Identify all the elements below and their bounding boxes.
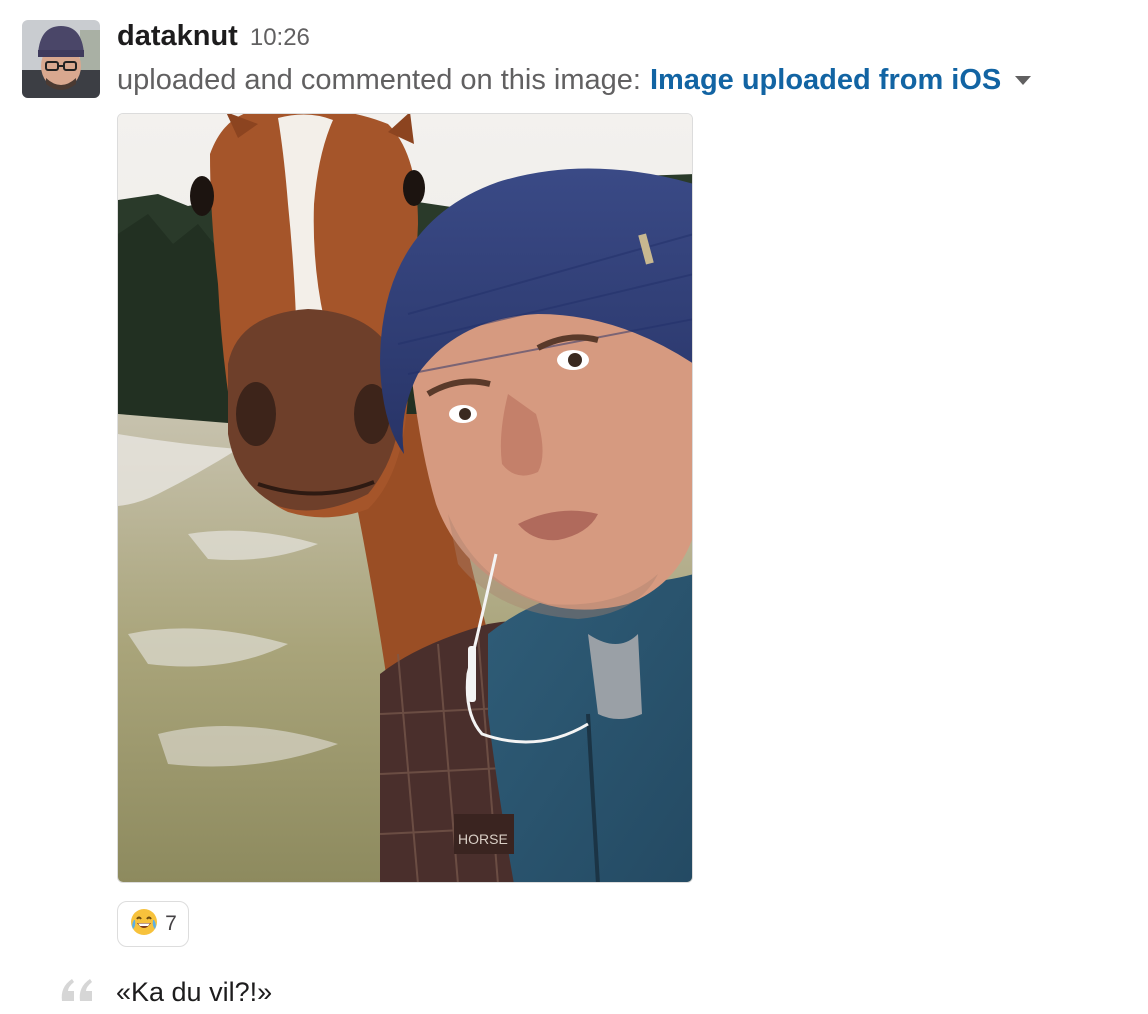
joy-emoji-icon [129,907,159,942]
chevron-down-icon[interactable] [1015,76,1032,85]
user-avatar[interactable] [22,20,100,98]
reaction-button[interactable]: 7 [117,901,189,947]
file-comment: «Ka du vil?!» [58,972,272,1012]
reaction-count: 7 [165,912,177,935]
comment-text: «Ka du vil?!» [116,976,273,1007]
file-title-link[interactable]: Image uploaded from iOS [650,64,1001,97]
timestamp[interactable]: 10:26 [250,24,310,52]
quote-icon [58,975,116,1010]
svg-text:HORSE: HORSE [458,831,508,847]
uploaded-image[interactable]: HORSE [117,113,693,883]
username[interactable]: dataknut [117,20,238,53]
action-text: uploaded and commented on this image: [117,64,641,96]
message-header: dataknut 10:26 [117,20,310,62]
upload-description: uploaded and commented on this image: Im… [117,64,1032,97]
message-container: dataknut 10:26 uploaded and commented on… [0,0,1148,1014]
